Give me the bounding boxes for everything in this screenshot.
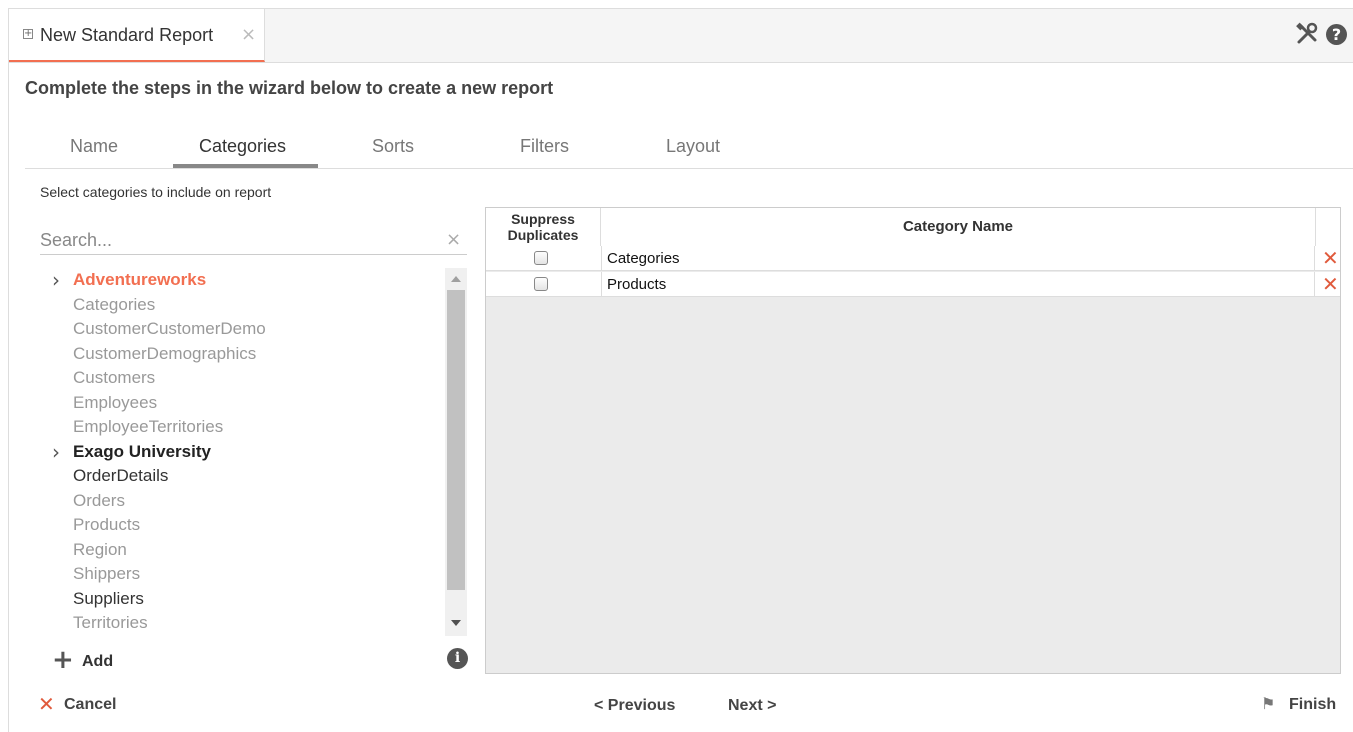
next-button[interactable]: Next > — [728, 697, 776, 715]
tree-item[interactable]: OrderDetails — [73, 466, 168, 486]
tree-scrollbar[interactable] — [445, 268, 467, 636]
scroll-down-button[interactable] — [445, 612, 467, 634]
category-name: Categories — [607, 250, 680, 267]
cancel-label: Cancel — [64, 696, 117, 713]
scroll-up-arrow-icon — [451, 276, 461, 282]
plus-icon: + — [52, 645, 74, 675]
tree-item[interactable]: EmployeeTerritories — [73, 417, 223, 437]
previous-label: Previous — [607, 697, 676, 714]
suppress-duplicates-checkbox[interactable] — [534, 277, 548, 291]
tree-group[interactable]: Exago University — [73, 442, 211, 462]
tab-step-sorts[interactable]: Sorts — [372, 136, 414, 157]
chevron-right-icon[interactable]: › — [52, 442, 60, 462]
chevron-left-icon: < — [594, 697, 604, 714]
scroll-up-button[interactable] — [445, 268, 467, 290]
header-suppress-duplicates: Suppress Duplicates — [486, 208, 601, 246]
tools-icon[interactable] — [1295, 22, 1319, 46]
table-row: Categories ✕ — [486, 246, 1340, 271]
tree-item[interactable]: Employees — [73, 393, 157, 413]
cancel-icon: ✕ — [38, 692, 55, 716]
header-suppress-word: Duplicates — [507, 227, 579, 243]
add-button-label: Add — [82, 653, 114, 670]
suppress-duplicates-checkbox[interactable] — [534, 251, 548, 265]
checkered-flag-icon: ⚑ — [1261, 694, 1276, 713]
tab-step-layout[interactable]: Layout — [666, 136, 720, 157]
tree-item[interactable]: CustomerDemographics — [73, 344, 256, 364]
category-name: Products — [607, 276, 667, 293]
tree-item[interactable]: CustomerCustomerDemo — [73, 319, 266, 339]
select-categories-label: Select categories to include on report — [40, 184, 272, 200]
finish-label: Finish — [1289, 696, 1337, 713]
tree-group[interactable]: Adventureworks — [73, 270, 206, 290]
previous-button[interactable]: < Previous — [594, 697, 675, 715]
tree-item[interactable]: Categories — [73, 295, 155, 315]
active-step-indicator — [173, 164, 318, 168]
header-suppress-word: Suppress — [511, 211, 575, 227]
clear-search-icon[interactable]: × — [446, 229, 461, 250]
scroll-thumb[interactable] — [447, 290, 465, 590]
tree-item[interactable]: Products — [73, 515, 140, 535]
delete-icon[interactable]: ✕ — [1322, 247, 1339, 269]
delete-icon[interactable]: ✕ — [1322, 273, 1339, 295]
chevron-right-icon: > — [767, 697, 777, 714]
tree-item[interactable]: Shippers — [73, 564, 140, 584]
next-label: Next — [728, 697, 763, 714]
category-name-cell: Products — [601, 272, 1315, 296]
header-category-name: Category Name — [601, 208, 1316, 246]
tree-item[interactable]: Customers — [73, 368, 155, 388]
steps-divider — [25, 168, 1353, 169]
report-tab[interactable]: + New Standard Report × — [9, 9, 265, 62]
chevron-right-icon[interactable]: › — [52, 270, 60, 290]
close-tab-icon[interactable]: × — [241, 24, 256, 45]
info-icon[interactable]: i — [447, 648, 468, 669]
category-name-cell: Categories — [601, 246, 1315, 270]
grid-header: Suppress Duplicates Category Name — [486, 208, 1340, 247]
selected-categories-grid: Suppress Duplicates Category Name Categor… — [485, 207, 1341, 674]
tree-item[interactable]: Orders — [73, 491, 125, 511]
search-input[interactable] — [40, 227, 467, 255]
tab-step-categories[interactable]: Categories — [199, 136, 286, 157]
tab-step-name[interactable]: Name — [70, 136, 118, 157]
scroll-down-arrow-icon — [451, 620, 461, 626]
tree-item[interactable]: Territories — [73, 613, 148, 633]
help-icon[interactable]: ? — [1326, 24, 1347, 45]
report-tab-title: New Standard Report — [40, 25, 214, 45]
tree-item[interactable]: Suppliers — [73, 589, 144, 609]
table-row: Products ✕ — [486, 272, 1340, 297]
expand-icon[interactable]: + — [23, 29, 33, 39]
page-instructions: Complete the steps in the wizard below t… — [25, 78, 554, 98]
tab-step-filters[interactable]: Filters — [520, 136, 569, 157]
tab-bar: + New Standard Report × ? — [9, 9, 1353, 63]
frame-left-border — [8, 8, 9, 732]
tree-item[interactable]: Region — [73, 540, 127, 560]
